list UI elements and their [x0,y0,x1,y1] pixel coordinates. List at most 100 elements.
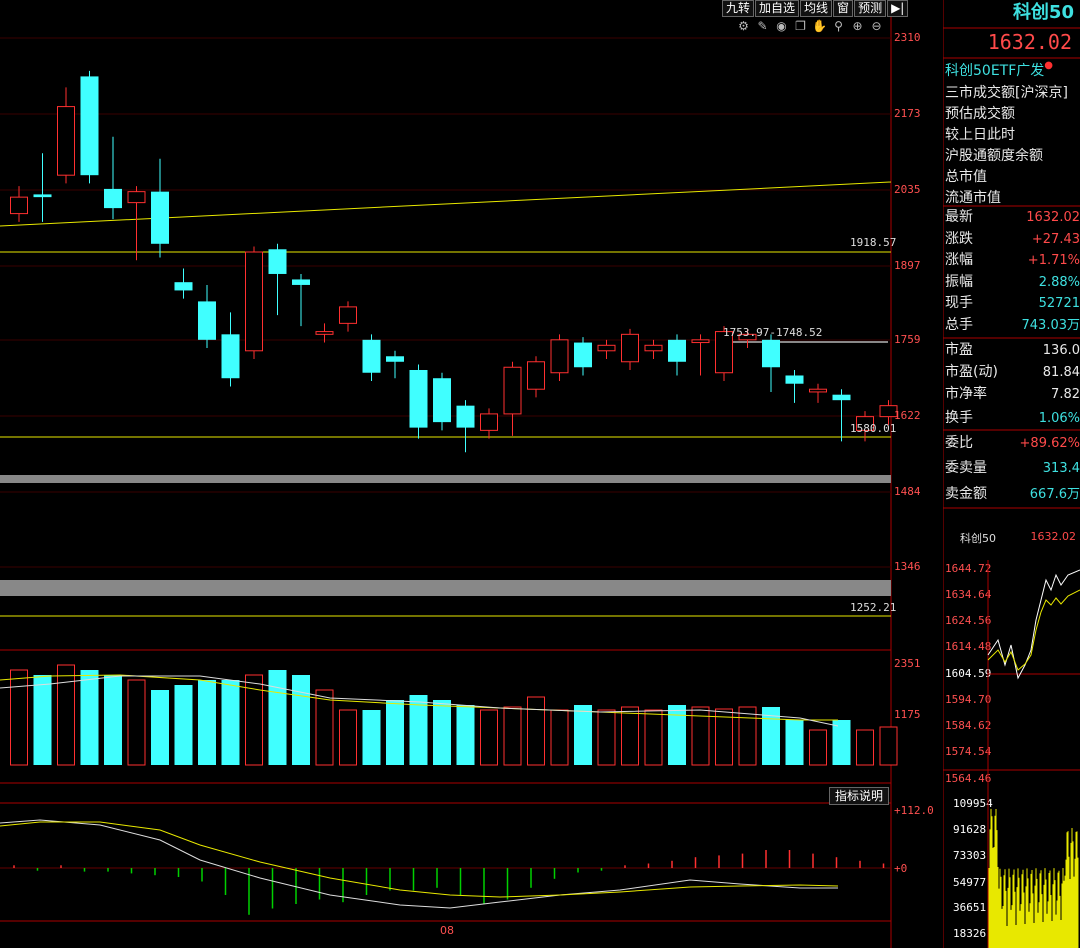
macd-tick: +0 [894,862,908,875]
candle-body [127,191,146,204]
volume-bar [644,709,663,766]
trend-line [0,181,892,227]
candle-body [668,339,686,362]
hline-label: 1580.01 [850,422,897,435]
volume-bar [832,720,851,765]
mini-price-line [987,569,1080,680]
candle-body [33,194,52,198]
volume-bar [597,709,616,766]
eye-icon[interactable]: ◉ [774,19,789,34]
dea-line [0,821,839,898]
candle-body [268,249,287,274]
hline-label: 1918.57 [850,236,897,249]
volume-bar [480,709,498,766]
candle-body [315,331,334,335]
nine-turn-button[interactable]: 九转 [722,0,755,17]
volume-bar [856,729,874,766]
volume-bar [879,726,898,766]
volume-bar [198,680,216,765]
gap-band [0,475,891,483]
candle-body [104,188,122,209]
volume-bar [785,720,804,765]
volume-bar [80,670,99,765]
candle-body [10,196,28,215]
volume-bar [221,680,240,765]
chart-tools: ⚙ ✎ ◉ ❐ ✋ ⚲ ⊕ ⊖ [736,19,884,34]
candle-body [80,76,99,176]
candle-body [480,413,498,431]
copy-icon[interactable]: ❐ [793,19,808,34]
gap-band [0,580,891,596]
dif-line [0,819,838,909]
volume-bar [57,664,75,766]
candle-body [456,405,475,428]
candle-body [221,334,240,379]
candle-body [691,339,710,344]
price-tick: 1759 [894,333,921,346]
hline-label: 1252.21 [850,601,897,614]
zoom-out-icon[interactable]: ⊖ [869,19,884,34]
moving-average-button[interactable]: 均线 [800,0,833,17]
hand-icon[interactable]: ✋ [812,19,827,34]
volume-bar [339,709,357,766]
search-icon[interactable]: ⚲ [831,19,846,34]
candle-body [386,356,404,362]
price-tick: 1897 [894,259,921,272]
candle-body [550,339,569,374]
price-tick: 1346 [894,560,921,573]
volume-bar [33,675,52,765]
candle-body [339,306,357,324]
volume-bar [104,675,122,765]
price-tick: 1622 [894,409,921,422]
candle-body [198,301,216,340]
volume-bar [292,675,310,765]
candle-body [245,251,263,352]
candle-body [574,342,592,368]
mini-chart [943,0,1080,948]
candle-body [597,344,616,352]
x-axis-label: 08 [440,924,454,937]
pen-icon[interactable]: ✎ [755,19,770,34]
candle-body [503,366,522,415]
forecast-button[interactable]: 预测 [854,0,887,17]
volume-bar [151,690,169,765]
gear-icon[interactable]: ⚙ [736,19,751,34]
volume-bar [315,689,334,766]
window-button[interactable]: 窗 [833,0,854,17]
price-tick: 2310 [894,31,921,44]
candle-body [785,375,804,384]
volume-bar [433,700,451,765]
candle-body [292,279,310,285]
candle-body [644,344,663,352]
volume-bar [174,685,193,765]
volume-bar [362,710,381,765]
candle-body [762,339,780,368]
zoom-in-icon[interactable]: ⊕ [850,19,865,34]
candle-body [809,388,827,393]
candle-body [57,106,75,176]
volume-bar [738,706,757,766]
indicator-help-button[interactable]: 指标说明 [829,787,890,805]
candle-body [409,369,428,428]
expand-icon[interactable]: ▶| [887,0,909,17]
volume-tick: 2351 [894,657,921,670]
candle-body [832,394,851,401]
price-tick: 2173 [894,107,921,120]
volume-bar [809,729,827,766]
candle-body [621,333,639,363]
volume-bar [127,679,146,766]
volume-bar [503,706,522,766]
candle-body [362,339,381,373]
candle-body [527,361,545,390]
volume-tick: 1175 [894,708,921,721]
volume-bar [10,669,28,766]
volume-bar [668,705,686,765]
volume-bar [386,700,404,765]
quote-panel: 科创50 1632.02 科创50ETF广发● 三市成交额[沪深京] 预估成交额… [943,0,1080,948]
kline-chart[interactable] [0,0,943,948]
volume-bar [574,705,592,765]
volume-bar [268,670,287,765]
add-watchlist-button[interactable]: 加自选 [755,0,800,17]
candle-body [151,191,169,244]
candle-body [433,378,451,423]
